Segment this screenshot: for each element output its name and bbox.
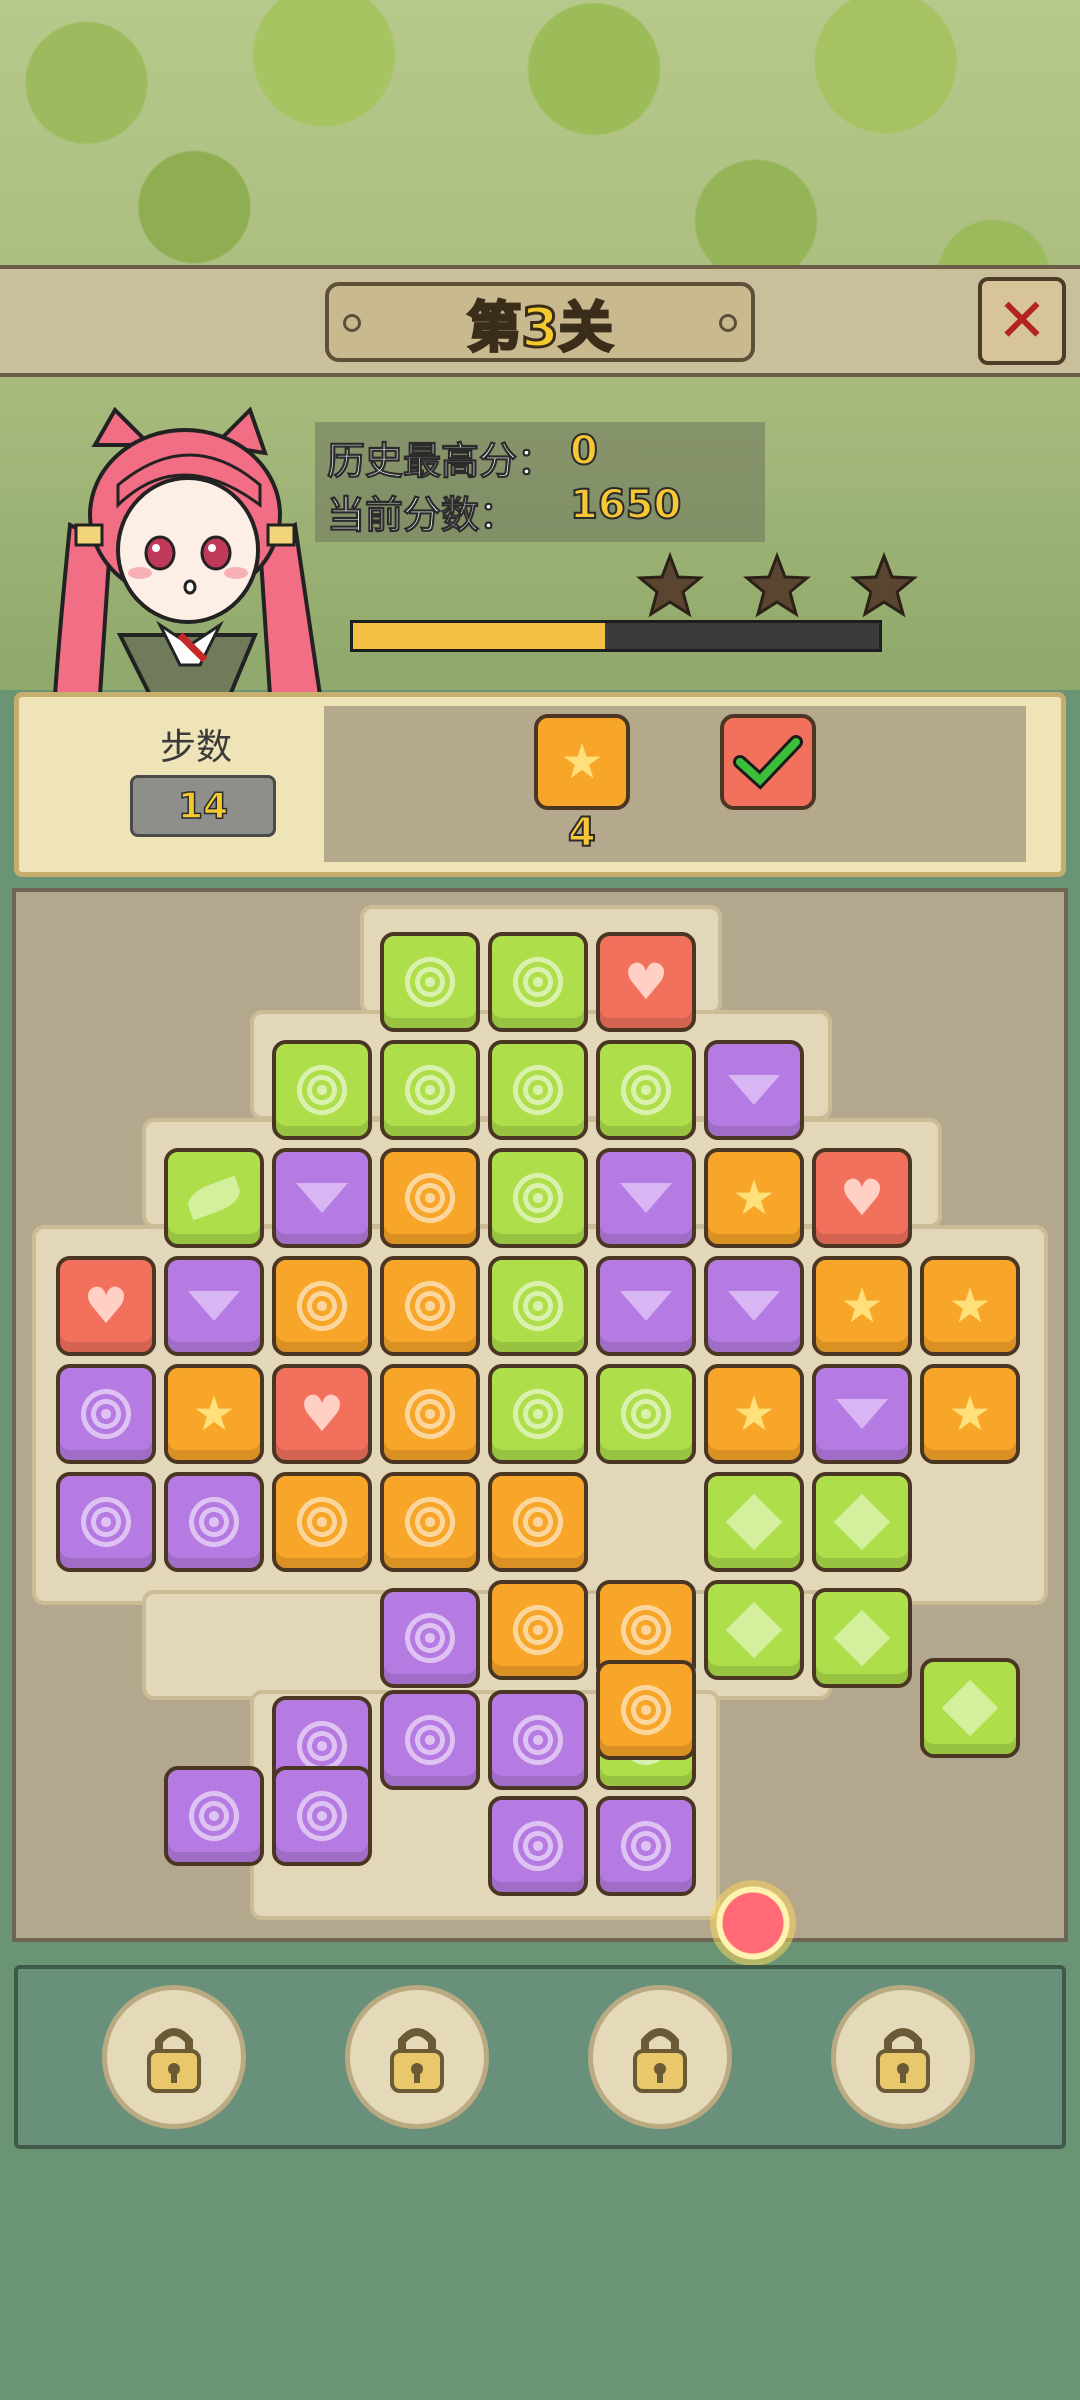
best-score-value: 0 [569, 427, 599, 475]
green-leaf-tile[interactable] [164, 1148, 264, 1248]
orange-swirl-tile[interactable] [488, 1472, 588, 1572]
orange-star-tile[interactable]: ★ [704, 1148, 804, 1248]
green-swirl-tile[interactable] [380, 1040, 480, 1140]
red-heart-tile[interactable]: ♥ [596, 932, 696, 1032]
purple-swirl-tile[interactable] [164, 1766, 264, 1866]
purple-gem-tile[interactable] [704, 1256, 804, 1356]
purple-swirl-tile[interactable] [488, 1690, 588, 1790]
swap-lock-icon [390, 2028, 444, 2093]
green-swirl-tile[interactable] [272, 1040, 372, 1140]
green-swirl-tile[interactable] [596, 1040, 696, 1140]
score-progress-bar [350, 620, 882, 652]
red-heart-tile[interactable]: ♥ [56, 1256, 156, 1356]
star-icon [850, 552, 918, 618]
purple-swirl-tile[interactable] [488, 1796, 588, 1896]
purple-gem-tile[interactable] [812, 1364, 912, 1464]
star-tile-icon: ★ [534, 714, 630, 810]
purple-swirl-tile[interactable] [56, 1364, 156, 1464]
green-swirl-tile[interactable] [488, 1040, 588, 1140]
completed-check-icon [720, 714, 816, 810]
orange-swirl-tile[interactable] [380, 1472, 480, 1572]
close-button[interactable]: ✕ [978, 277, 1066, 365]
purple-gem-tile[interactable] [164, 1256, 264, 1356]
orange-star-tile[interactable]: ★ [920, 1256, 1020, 1356]
best-score-label: 历史最高分： [326, 439, 556, 484]
green-swirl-tile[interactable] [488, 932, 588, 1032]
green-diamond-tile[interactable] [704, 1472, 804, 1572]
purple-gem-tile[interactable] [704, 1040, 804, 1140]
green-diamond-tile[interactable] [920, 1658, 1020, 1758]
goal-count: 4 [567, 809, 597, 857]
green-diamond-tile[interactable] [812, 1588, 912, 1688]
score-panel: 历史最高分： 0 当前分数： 1650 [315, 422, 765, 542]
green-swirl-tile[interactable] [488, 1148, 588, 1248]
current-score-label: 当前分数： [326, 493, 518, 538]
orange-swirl-tile[interactable] [380, 1148, 480, 1248]
hammer-lock-icon [147, 2028, 201, 2093]
tool-hammer-button[interactable] [102, 1985, 246, 2129]
box-lock-icon [876, 2028, 930, 2093]
purple-gem-tile[interactable] [596, 1256, 696, 1356]
cat-girl-character [52, 406, 323, 695]
star-icon [636, 552, 704, 618]
current-score-value: 1650 [569, 481, 682, 529]
orange-swirl-tile[interactable] [488, 1580, 588, 1680]
green-swirl-tile[interactable] [488, 1256, 588, 1356]
orange-swirl-tile[interactable] [272, 1472, 372, 1572]
green-swirl-tile[interactable] [380, 932, 480, 1032]
orange-swirl-tile[interactable] [380, 1364, 480, 1464]
orange-star-tile[interactable]: ★ [704, 1364, 804, 1464]
screw-icon [719, 314, 737, 332]
goal-area [324, 706, 1026, 862]
orange-star-tile[interactable]: ★ [164, 1364, 264, 1464]
purple-swirl-tile[interactable] [380, 1588, 480, 1688]
orange-star-tile[interactable]: ★ [920, 1364, 1020, 1464]
tool-swap-button[interactable] [345, 1985, 489, 2129]
purple-gem-tile[interactable] [272, 1148, 372, 1248]
red-heart-tile[interactable]: ♥ [272, 1364, 372, 1464]
tool-box-button[interactable] [831, 1985, 975, 2129]
green-diamond-tile[interactable] [812, 1472, 912, 1572]
moves-label: 步数 [160, 727, 233, 768]
moves-counter: 14 [130, 775, 276, 837]
purple-swirl-tile[interactable] [596, 1796, 696, 1896]
orange-swirl-tile[interactable] [596, 1660, 696, 1760]
purple-gem-tile[interactable] [596, 1148, 696, 1248]
orange-swirl-tile[interactable] [380, 1256, 480, 1356]
purple-swirl-tile[interactable] [164, 1472, 264, 1572]
level-title: 第3关 [466, 294, 615, 360]
candy-sparkle-icon [710, 1880, 796, 1966]
screw-icon [343, 314, 361, 332]
lock-icon [633, 2028, 687, 2093]
green-swirl-tile[interactable] [596, 1364, 696, 1464]
red-heart-tile[interactable]: ♥ [812, 1148, 912, 1248]
purple-swirl-tile[interactable] [380, 1690, 480, 1790]
orange-swirl-tile[interactable] [272, 1256, 372, 1356]
star-icon [743, 552, 811, 618]
purple-swirl-tile[interactable] [56, 1472, 156, 1572]
level-plate: 第3关 [325, 282, 755, 362]
purple-swirl-tile[interactable] [272, 1766, 372, 1866]
green-swirl-tile[interactable] [488, 1364, 588, 1464]
orange-star-tile[interactable]: ★ [812, 1256, 912, 1356]
green-diamond-tile[interactable] [704, 1580, 804, 1680]
score-progress-fill [353, 623, 606, 649]
tool-locked-button[interactable] [588, 1985, 732, 2129]
